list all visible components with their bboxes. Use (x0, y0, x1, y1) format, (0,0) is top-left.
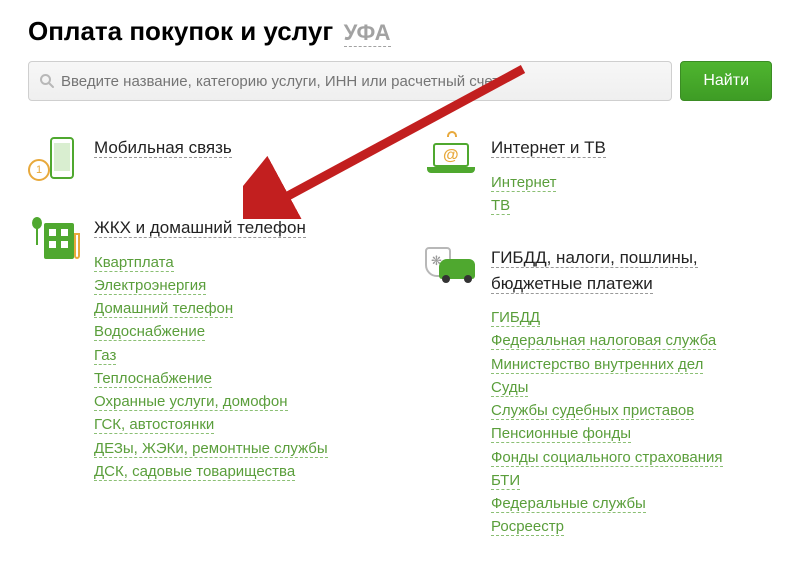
category-mobile: 1 Мобильная связь (28, 135, 375, 187)
search-row: Найти (28, 61, 772, 101)
car-shield-icon: ❋ (425, 245, 477, 297)
house-icon (28, 215, 80, 267)
list-item[interactable]: Охранные услуги, домофон (94, 390, 375, 413)
list-item[interactable]: Федеральная налоговая служба (491, 329, 772, 352)
list-item[interactable]: Фонды социального страхования (491, 446, 772, 469)
search-icon (39, 73, 55, 89)
category-internet: @ Интернет и ТВ Интернет ТВ (425, 135, 772, 217)
list-item[interactable]: Водоснабжение (94, 320, 375, 343)
categories-grid: 1 Мобильная связь ЖКХ и домашний телефон… (28, 135, 772, 567)
list-item[interactable]: Газ (94, 344, 375, 367)
search-button[interactable]: Найти (680, 61, 772, 101)
list-item[interactable]: Квартплата (94, 251, 375, 274)
utilities-links: Квартплата Электроэнергия Домашний телеф… (94, 251, 375, 484)
internet-links: Интернет ТВ (491, 171, 772, 218)
list-item[interactable]: БТИ (491, 469, 772, 492)
list-item[interactable]: Теплоснабжение (94, 367, 375, 390)
search-input[interactable] (61, 73, 661, 90)
list-item[interactable]: Пенсионные фонды (491, 422, 772, 445)
city-selector[interactable]: УФА (344, 20, 391, 47)
list-item[interactable]: ДСК, садовые товарищества (94, 460, 375, 483)
list-item[interactable]: ГИБДД (491, 306, 772, 329)
list-item[interactable]: Федеральные службы (491, 492, 772, 515)
mobile-phone-icon: 1 (28, 135, 80, 187)
page-title: Оплата покупок и услуг (28, 16, 333, 46)
list-item[interactable]: ТВ (491, 194, 772, 217)
category-title-utilities[interactable]: ЖКХ и домашний телефон (94, 218, 306, 238)
list-item[interactable]: Суды (491, 376, 772, 399)
category-utilities: ЖКХ и домашний телефон Квартплата Электр… (28, 215, 375, 483)
list-item[interactable]: Службы судебных приставов (491, 399, 772, 422)
search-box (28, 61, 672, 101)
list-item[interactable]: Росреестр (491, 515, 772, 538)
list-item[interactable]: ДЕЗы, ЖЭКи, ремонтные службы (94, 437, 375, 460)
category-title-government[interactable]: ГИБДД, налоги, пошлины, бюджетные платеж… (491, 248, 698, 294)
list-item[interactable]: Домашний телефон (94, 297, 375, 320)
category-title-internet[interactable]: Интернет и ТВ (491, 138, 606, 158)
right-column: @ Интернет и ТВ Интернет ТВ ❋ ГИБДД, нал… (425, 135, 772, 567)
category-title-mobile[interactable]: Мобильная связь (94, 138, 232, 158)
list-item[interactable]: Электроэнергия (94, 274, 375, 297)
category-government: ❋ ГИБДД, налоги, пошлины, бюджетные плат… (425, 245, 772, 539)
list-item[interactable]: ГСК, автостоянки (94, 413, 375, 436)
list-item[interactable]: Министерство внутренних дел (491, 353, 772, 376)
government-links: ГИБДД Федеральная налоговая служба Минис… (491, 306, 772, 539)
left-column: 1 Мобильная связь ЖКХ и домашний телефон… (28, 135, 375, 567)
laptop-wifi-icon: @ (425, 135, 477, 187)
list-item[interactable]: Интернет (491, 171, 772, 194)
